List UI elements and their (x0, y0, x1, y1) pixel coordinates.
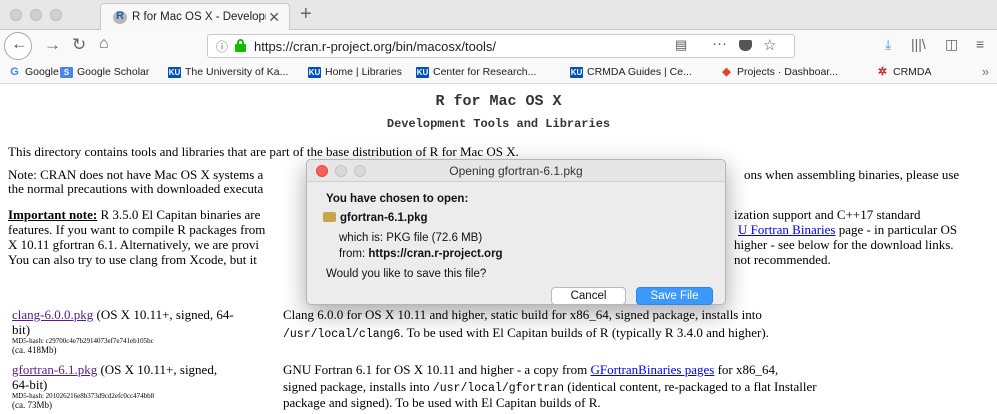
bookmark-item[interactable]: KU The University of Ka... (168, 66, 288, 78)
dialog-question: Would you like to save this file? (326, 268, 487, 280)
file-size: (ca. 418Mb) (12, 345, 57, 355)
page-title: R for Mac OS X (435, 93, 562, 110)
menu-icon[interactable]: ≡ (976, 36, 984, 52)
lock-icon[interactable] (235, 39, 246, 52)
intro-paragraph: This directory contains tools and librar… (8, 144, 519, 159)
gnu-fortran-binaries-link[interactable]: U Fortran Binaries (738, 222, 835, 237)
download-icon[interactable]: ⤓ (885, 36, 891, 53)
important-note-line: You can also try to use clang from Xcode… (8, 252, 257, 267)
clang-download-link[interactable]: clang-6.0.0.pkg (12, 307, 93, 322)
google-icon: G (10, 65, 19, 78)
package-icon (323, 212, 336, 222)
library-icon[interactable]: |||\ (911, 36, 926, 52)
gitlab-icon: ◆ (722, 65, 731, 78)
tab-title: R for Mac OS X - Development (132, 11, 266, 23)
clang-entry: clang-6.0.0.pkg (OS X 10.11+, signed, 64… (12, 307, 282, 355)
dialog-titlebar: Opening gfortran-6.1.pkg (307, 160, 725, 182)
crmda-icon: ✲ (877, 65, 888, 78)
ku-icon: KU (168, 66, 181, 78)
tab-strip: R R for Mac OS X - Development ✕ + (0, 0, 997, 31)
pocket-icon[interactable] (739, 40, 752, 51)
r-logo-icon: R (113, 10, 127, 24)
gfortran-entry: gfortran-6.1.pkg (OS X 10.11+, signed, 6… (12, 362, 282, 410)
note-line: the normal precautions with downloaded e… (8, 181, 264, 196)
important-note-line: ization support and C++17 standard (734, 207, 921, 222)
gfortran-description: package and signed). To be used with El … (283, 395, 601, 410)
gfortran-description: GNU Fortran 6.1 for OS X 10.11 and highe… (283, 362, 779, 377)
ku-icon: KU (308, 66, 321, 78)
dialog-file-type: which is: PKG file (72.6 MB) (339, 232, 483, 244)
dialog-filename: gfortran-6.1.pkg (323, 212, 428, 224)
gfortran-download-link[interactable]: gfortran-6.1.pkg (12, 362, 97, 377)
bookmark-item[interactable]: KU Home | Libraries (308, 66, 402, 78)
important-note-line: U Fortran Binaries page - in particular … (738, 222, 958, 237)
forward-arrow-icon[interactable]: → (44, 35, 61, 55)
bookmarks-overflow-icon[interactable]: » (982, 64, 989, 79)
bookmark-item[interactable]: ◆ Projects · Dashboar... (720, 66, 838, 78)
bookmark-item[interactable]: KU Center for Research... (416, 66, 536, 78)
info-icon[interactable]: ⓘ (216, 38, 228, 55)
window-zoom-button[interactable] (50, 9, 62, 21)
url-bar[interactable]: ⓘ https://cran.r-project.org/bin/macosx/… (207, 34, 795, 58)
bookmark-item[interactable]: G Google (8, 66, 59, 78)
back-button[interactable]: ← (4, 32, 32, 60)
reload-icon[interactable]: ↻ (72, 35, 86, 55)
gfortran-description: signed package, installs into /usr/local… (283, 379, 817, 395)
important-note-line: X 10.11 gfortran 6.1. Alternatively, we … (8, 237, 260, 252)
page-actions-icon[interactable]: ··· (712, 35, 727, 52)
browser-tab[interactable]: R R for Mac OS X - Development ✕ (100, 3, 290, 31)
new-tab-icon[interactable]: + (300, 3, 312, 26)
note-line: Note: CRAN does not have Mac OS X system… (8, 167, 264, 182)
note-line: ons when assembling binaries, please use (744, 167, 960, 182)
ku-icon: KU (570, 66, 583, 78)
back-arrow-icon: ← (11, 34, 28, 53)
reader-view-icon[interactable]: ▤ (675, 37, 687, 53)
dialog-title: Opening gfortran-6.1.pkg (449, 164, 583, 178)
bookmarks-bar: G Google S Google Scholar KU The University… (0, 62, 997, 84)
important-note-line: Important note: R 3.5.0 El Capitan binar… (8, 207, 261, 222)
dialog-source: from: https://cran.r-project.org (339, 248, 503, 260)
page-subtitle: Development Tools and Libraries (386, 117, 611, 131)
important-note-line: features. If you want to compile R packa… (8, 222, 266, 237)
ku-icon: KU (416, 66, 429, 78)
bookmark-item[interactable]: ✲ CRMDA (876, 66, 932, 78)
url-text[interactable]: https://cran.r-project.org/bin/macosx/to… (254, 39, 496, 54)
scholar-icon: S (60, 66, 73, 78)
important-note-label: Important note: (8, 207, 98, 222)
navigation-bar: ← → ↻ ⌂ ⓘ https://cran.r-project.org/bin… (0, 30, 997, 62)
dialog-heading: You have chosen to open: (326, 193, 469, 205)
bookmark-star-icon[interactable]: ☆ (763, 36, 776, 54)
cancel-button[interactable]: Cancel (551, 287, 626, 305)
md5-hash: MD5-hash: 201026216e8b373d9cd2efc0cc474b… (12, 392, 155, 400)
home-icon[interactable]: ⌂ (99, 35, 109, 53)
window-close-button[interactable] (10, 9, 22, 21)
file-size: (ca. 73Mb) (12, 400, 52, 410)
tab-close-icon[interactable]: ✕ (268, 9, 280, 26)
bookmark-item[interactable]: S Google Scholar (60, 66, 149, 78)
md5-hash: MD5-hash: c29700c4e7b2914073ef7e741eb105… (12, 337, 154, 345)
clang-description: Clang 6.0.0 for OS X 10.11 and higher, s… (283, 307, 762, 322)
important-note-line: higher - see below for the download link… (734, 237, 954, 252)
window-minimize-button[interactable] (30, 9, 42, 21)
open-file-dialog: Opening gfortran-6.1.pkg You have chosen… (306, 159, 726, 305)
bookmark-item[interactable]: KU CRMDA Guides | Ce... (570, 66, 692, 78)
important-note-line: not recommended. (734, 252, 831, 267)
sidebar-icon[interactable]: ◫ (945, 36, 958, 53)
gfortran-binaries-link[interactable]: GFortranBinaries pages (591, 362, 715, 377)
clang-description: /usr/local/clang6. To be used with El Ca… (283, 325, 769, 341)
save-file-button[interactable]: Save File (636, 287, 713, 305)
